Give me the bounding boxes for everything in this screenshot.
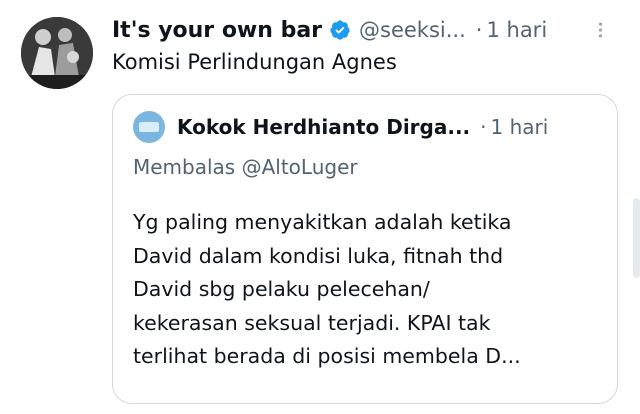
quoted-author-display-name: Kokok Herdhianto Dirga... (177, 115, 471, 139)
quoted-tweet-timestamp: 1 hari (490, 115, 549, 139)
quoted-tweet-card[interactable]: Kokok Herdhianto Dirga... · 1 hari Memba… (112, 94, 618, 404)
more-vertical-icon (598, 22, 602, 38)
more-options-button[interactable] (586, 16, 614, 44)
quoted-text-line: David dalam kondisi luka, fitnah thd (133, 243, 504, 268)
quoted-text-line: terlihat berada di posisi membela D... (133, 344, 521, 368)
quoted-tweet-text: Yg paling menyakitkan adalah ketika Davi… (133, 206, 603, 374)
avatar-image (21, 17, 93, 89)
author-display-name[interactable]: It's your own bar (112, 18, 322, 43)
replying-to-label: Membalas @AltoLuger (133, 155, 358, 179)
quoted-text-line: kekerasan seksual terjadi. KPAI tak (133, 310, 491, 335)
quoted-tweet-header: Kokok Herdhianto Dirga... · 1 hari (133, 111, 597, 143)
dot-separator: · (475, 18, 483, 42)
verified-badge-icon (329, 19, 351, 41)
quoted-author-avatar (133, 111, 165, 143)
dot-separator: · (480, 115, 487, 139)
tweet-timestamp[interactable]: 1 hari (486, 18, 547, 42)
tweet-text: Komisi Perlindungan Agnes (112, 50, 397, 74)
quoted-text-line: David sbg pelaku pelecehan/ (133, 277, 430, 301)
quoted-text-line: Yg paling menyakitkan adalah ketika (133, 210, 512, 234)
author-avatar[interactable] (21, 17, 93, 89)
author-handle[interactable]: @seeksi... (359, 18, 466, 42)
tweet-header: It's your own bar @seeksi... · 1 hari (112, 12, 620, 48)
scrollbar[interactable] (633, 198, 640, 278)
